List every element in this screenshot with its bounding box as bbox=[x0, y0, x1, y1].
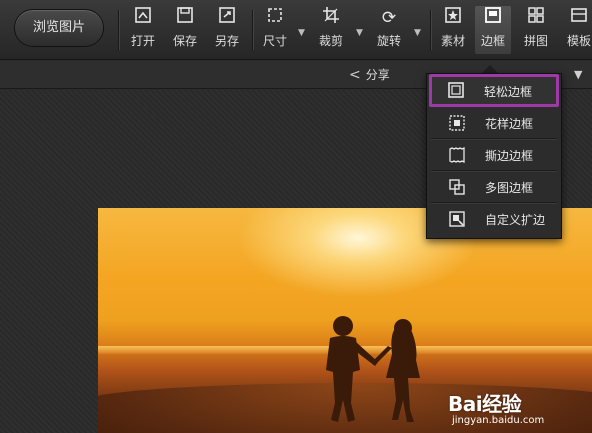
torn-edge-frame-icon bbox=[449, 146, 465, 164]
watermark-site: jingyan.baidu.com bbox=[452, 415, 545, 426]
frame-icon bbox=[475, 6, 511, 30]
menu-item-label: 撕边边框 bbox=[485, 149, 534, 163]
frame-dropdown-menu: 轻松边框 花样边框 撕边边框 多图边框 自定义扩边 bbox=[426, 73, 562, 239]
menu-pointer bbox=[482, 65, 498, 73]
open-label: 打开 bbox=[130, 34, 155, 48]
collage-button[interactable]: 拼图 bbox=[519, 6, 553, 54]
save-as-icon bbox=[210, 6, 244, 30]
save-as-label: 另存 bbox=[214, 34, 239, 48]
toolbar-separator bbox=[430, 10, 431, 50]
menu-item-label: 花样边框 bbox=[485, 117, 534, 131]
share-label: 分享 bbox=[365, 68, 390, 82]
menu-item-multi-image-frame[interactable]: 多图边框 bbox=[431, 171, 557, 203]
resize-button[interactable]: 尺寸 bbox=[258, 6, 292, 54]
template-icon bbox=[562, 6, 592, 30]
template-label: 模板 bbox=[566, 34, 591, 48]
menu-item-label: 轻松边框 bbox=[484, 85, 533, 99]
rotate-label: 旋转 bbox=[376, 34, 401, 48]
save-button[interactable]: 保存 bbox=[168, 6, 202, 54]
resize-label: 尺寸 bbox=[262, 34, 287, 48]
rotate-icon: ⟳ bbox=[381, 8, 397, 28]
children-silhouette bbox=[326, 316, 420, 422]
toolbar-separator bbox=[252, 10, 253, 50]
baidu-jingyan-watermark: Bai经验 jingyan.baidu.com bbox=[448, 388, 588, 430]
sticker-button[interactable]: 素材 bbox=[436, 6, 470, 54]
menu-item-simple-frame[interactable]: 轻松边框 bbox=[429, 74, 559, 107]
simple-frame-icon bbox=[448, 82, 464, 98]
template-button[interactable]: 模板 bbox=[562, 6, 592, 54]
menu-item-label: 多图边框 bbox=[485, 181, 534, 195]
menu-item-custom-extend[interactable]: 自定义扩边 bbox=[431, 203, 557, 235]
share-icon: < bbox=[349, 67, 361, 83]
multi-image-frame-icon bbox=[449, 179, 465, 195]
more-dropdown-arrow[interactable]: ▼ bbox=[574, 68, 582, 81]
open-icon bbox=[126, 6, 160, 30]
sticker-label: 素材 bbox=[440, 34, 465, 48]
browse-images-button[interactable]: 浏览图片 bbox=[14, 9, 104, 47]
frame-button[interactable]: 边框 bbox=[475, 6, 511, 54]
menu-item-torn-edge-frame[interactable]: 撕边边框 bbox=[431, 139, 557, 171]
menu-item-pattern-frame[interactable]: 花样边框 bbox=[431, 107, 557, 139]
crop-icon bbox=[314, 6, 348, 30]
save-icon bbox=[168, 6, 202, 30]
save-as-button[interactable]: 另存 bbox=[210, 6, 244, 54]
rotate-dropdown-arrow[interactable]: ▼ bbox=[414, 28, 421, 38]
collage-icon bbox=[519, 6, 553, 30]
collage-label: 拼图 bbox=[523, 34, 548, 48]
crop-button[interactable]: 裁剪 bbox=[314, 6, 348, 54]
custom-extend-icon bbox=[449, 211, 465, 227]
frame-label: 边框 bbox=[480, 34, 505, 48]
crop-dropdown-arrow[interactable]: ▼ bbox=[356, 28, 363, 38]
crop-label: 裁剪 bbox=[318, 34, 343, 48]
sticker-icon bbox=[436, 6, 470, 30]
rotate-button[interactable]: ⟳ 旋转 bbox=[372, 6, 406, 54]
open-button[interactable]: 打开 bbox=[126, 6, 160, 54]
pattern-frame-icon bbox=[449, 115, 465, 131]
share-button[interactable]: < 分享 bbox=[349, 66, 390, 83]
toolbar-separator bbox=[118, 10, 119, 50]
save-label: 保存 bbox=[172, 34, 197, 48]
main-toolbar: 浏览图片 打开 保存 另存 尺寸 ▼ 裁剪 ▼ ⟳ 旋转 ▼ 素材 边框 拼图 … bbox=[0, 0, 592, 60]
resize-icon bbox=[258, 6, 292, 30]
watermark-logo: Bai经验 bbox=[448, 392, 522, 416]
menu-item-label: 自定义扩边 bbox=[485, 213, 546, 227]
resize-dropdown-arrow[interactable]: ▼ bbox=[298, 28, 305, 38]
